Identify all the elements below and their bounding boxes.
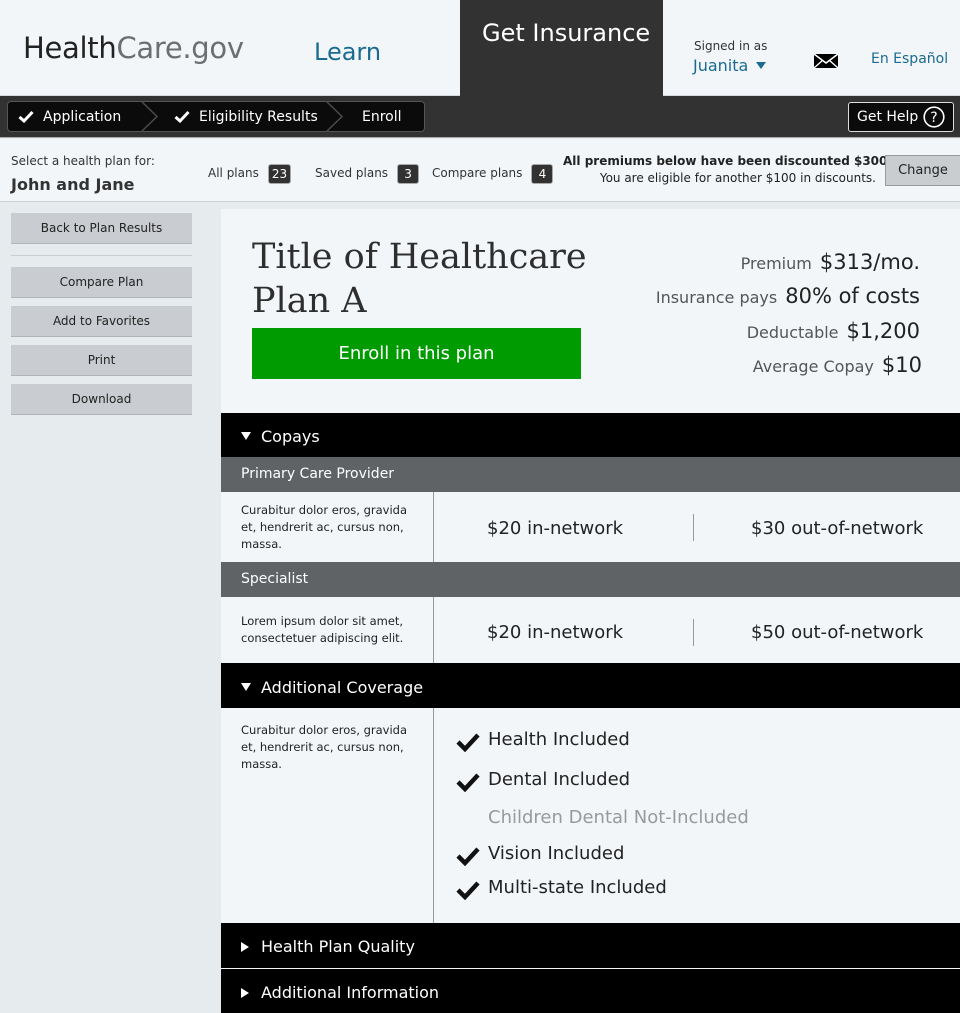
step-divider-icon <box>140 101 159 132</box>
back-to-results-button[interactable]: Back to Plan Results <box>11 213 192 244</box>
section-title: Additional Information <box>261 983 440 1002</box>
link-label: All plans <box>208 166 259 180</box>
link-label: Saved plans <box>315 166 389 180</box>
coverage-label: Vision Included <box>488 843 625 864</box>
copay-row-title: Primary Care Provider <box>221 457 960 492</box>
select-plan-label: Select a health plan for: <box>11 154 155 168</box>
plan-title: Title of Healthcare Plan A <box>252 237 587 321</box>
chevron-down-icon <box>756 62 767 69</box>
user-menu[interactable]: Juanita <box>693 56 767 75</box>
section-title: Additional Coverage <box>261 678 424 697</box>
compare-plan-button[interactable]: Compare Plan <box>11 267 192 298</box>
copay-in-network: $20 in-network <box>487 622 624 643</box>
column-divider <box>433 492 434 562</box>
copay-row-description: Curabitur dolor eros, gravida et, hendre… <box>241 503 408 551</box>
stat-value: $10 <box>881 353 922 377</box>
stat-deductable: Deductable $1,200 <box>600 319 920 343</box>
column-divider <box>433 708 434 923</box>
section-title: Copays <box>261 427 320 446</box>
site-logo[interactable]: HealthCare.gov <box>23 31 244 65</box>
step-divider-icon <box>325 101 344 132</box>
step-label: Enroll <box>362 109 402 125</box>
stat-label: Premium <box>740 254 812 273</box>
stat-premium: Premium $313/mo. <box>600 250 920 274</box>
saved-plans-link[interactable]: Saved plans 3 <box>315 164 420 184</box>
mail-icon[interactable] <box>813 53 839 69</box>
discount-eligibility: You are eligible for another $100 in dis… <box>599 171 876 185</box>
all-plans-link[interactable]: All plans 23 <box>208 164 292 184</box>
coverage-label: Health Included <box>488 729 630 750</box>
cost-divider <box>693 514 694 541</box>
coverage-description: Curabitur dolor eros, gravida et, hendre… <box>241 723 408 771</box>
coverage-label: Children Dental Not-Included <box>488 807 749 828</box>
section-title: Health Plan Quality <box>261 937 415 956</box>
copay-row-title: Specialist <box>221 562 960 597</box>
logo-caregov: Care.gov <box>116 31 244 65</box>
cost-divider <box>693 619 694 646</box>
section-health-plan-quality-header[interactable]: Health Plan Quality <box>221 923 960 968</box>
check-icon <box>18 110 34 124</box>
caret-right-icon <box>241 988 249 998</box>
add-to-favorites-button[interactable]: Add to Favorites <box>11 306 192 337</box>
nav-learn[interactable]: Learn <box>314 38 381 66</box>
language-link[interactable]: En Español <box>871 51 948 67</box>
step-enroll[interactable]: Enroll <box>362 106 402 128</box>
coverage-label: Dental Included <box>488 769 631 790</box>
section-copays-header[interactable]: Copays <box>221 413 960 457</box>
get-help-label: Get Help <box>857 109 919 125</box>
check-icon <box>456 773 480 792</box>
stat-value: $1,200 <box>846 319 920 343</box>
caret-down-icon <box>241 432 251 440</box>
check-icon <box>456 733 480 752</box>
stat-value: 80% of costs <box>785 284 920 308</box>
copay-out-of-network: $30 out-of-network <box>751 518 924 539</box>
stat-label: Average Copay <box>752 357 874 376</box>
step-label: Eligibility Results <box>199 109 318 125</box>
count-badge: 4 <box>531 164 554 184</box>
copay-out-of-network: $50 out-of-network <box>751 622 924 643</box>
link-label: Compare plans <box>432 166 523 180</box>
sidebar-divider <box>11 255 192 256</box>
stat-average-copay: Average Copay $10 <box>602 353 922 377</box>
download-button[interactable]: Download <box>11 384 192 415</box>
section-additional-information-header[interactable]: Additional Information <box>221 969 960 1013</box>
svg-text:?: ? <box>930 110 937 126</box>
question-icon: ? <box>923 106 945 128</box>
user-name: Juanita <box>693 56 749 75</box>
caret-right-icon <box>241 942 249 952</box>
check-icon <box>456 881 480 900</box>
stat-insurance-pays: Insurance pays 80% of costs <box>600 284 920 308</box>
change-button[interactable]: Change <box>885 155 960 186</box>
coverage-label: Multi-state Included <box>488 877 667 898</box>
step-application[interactable]: Application <box>18 106 121 128</box>
logo-health: Health <box>23 31 117 65</box>
stat-label: Insurance pays <box>655 288 778 307</box>
check-icon <box>456 847 480 866</box>
column-divider <box>433 597 434 663</box>
stat-value: $313/mo. <box>819 250 920 274</box>
print-button[interactable]: Print <box>11 345 192 376</box>
step-eligibility-results[interactable]: Eligibility Results <box>174 106 318 128</box>
caret-down-icon <box>241 683 251 691</box>
copay-row-description: Lorem ipsum dolor sit amet, consectetuer… <box>241 614 404 645</box>
count-badge: 23 <box>267 164 292 184</box>
nav-get-insurance[interactable]: Get Insurance <box>460 0 663 96</box>
step-label: Application <box>43 109 122 125</box>
compare-plans-link[interactable]: Compare plans 4 <box>432 164 554 184</box>
discount-notice: All premiums below have been discounted … <box>563 154 918 168</box>
signed-in-label: Signed in as <box>694 39 768 53</box>
section-additional-coverage-header[interactable]: Additional Coverage <box>221 663 960 708</box>
household-names: John and Jane <box>11 175 135 194</box>
enroll-button[interactable]: Enroll in this plan <box>252 328 581 379</box>
stat-label: Deductable <box>746 323 839 342</box>
check-icon <box>174 110 190 124</box>
get-help-button[interactable]: Get Help ? <box>848 102 954 132</box>
count-badge: 3 <box>397 164 420 184</box>
copay-in-network: $20 in-network <box>487 518 624 539</box>
